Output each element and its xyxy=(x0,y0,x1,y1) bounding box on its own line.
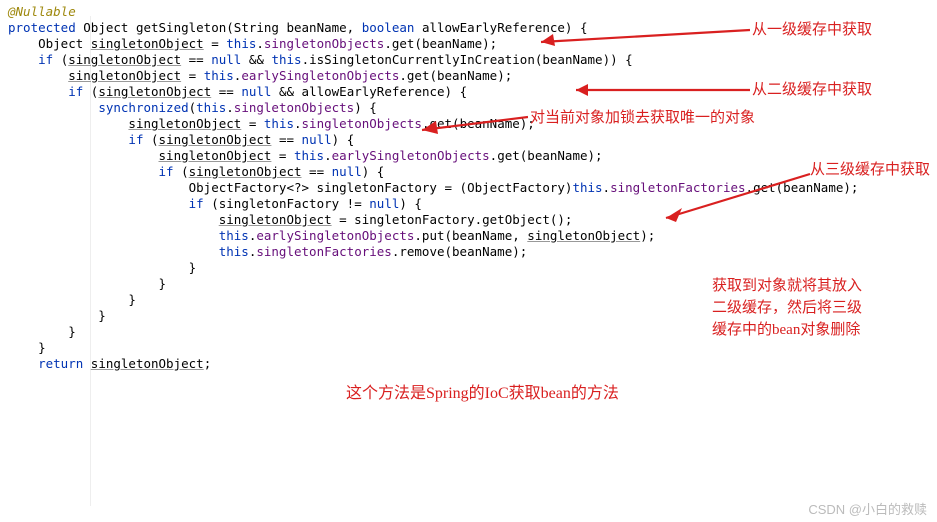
code-line: return singletonObject; xyxy=(8,356,937,372)
code-line: this.singletonFactories.remove(beanName)… xyxy=(8,244,937,260)
annotation-text: 从一级缓存中获取 xyxy=(752,22,872,38)
annotation-text: 获取到对象就将其放入 xyxy=(712,278,862,294)
annotation-text: 对当前对象加锁去获取唯一的对象 xyxy=(530,110,755,126)
annotation-text: 从二级缓存中获取 xyxy=(752,82,872,98)
code-line: @Nullable xyxy=(8,4,937,20)
annotation-text: 从三级缓存中获取 xyxy=(810,162,930,178)
annotation-text: 这个方法是Spring的IoC获取bean的方法 xyxy=(346,386,619,402)
annotation-text: 缓存中的bean对象删除 xyxy=(712,322,860,338)
code-line: } xyxy=(8,340,937,356)
code-line: if (singletonObject == null && this.isSi… xyxy=(8,52,937,68)
code-line: Object singletonObject = this.singletonO… xyxy=(8,36,937,52)
arrow-icon xyxy=(525,24,750,48)
code-line: this.earlySingletonObjects.put(beanName,… xyxy=(8,228,937,244)
arrow-icon xyxy=(652,170,812,222)
annotation: @Nullable xyxy=(8,4,76,19)
annotation-text: 二级缓存，然后将三级 xyxy=(712,300,862,316)
code-line: singletonObject = this.earlySingletonObj… xyxy=(8,148,937,164)
code-line: } xyxy=(8,260,937,276)
arrow-icon xyxy=(408,112,528,136)
watermark: CSDN @小白的救赎 xyxy=(808,502,927,518)
arrow-icon xyxy=(562,80,750,100)
